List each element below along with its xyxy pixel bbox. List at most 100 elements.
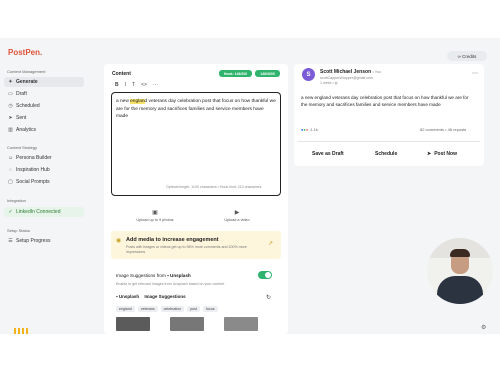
bulb-icon: ◌: [9, 167, 12, 173]
tag-chip[interactable]: veterans: [137, 306, 158, 312]
sidebar-item-draft[interactable]: ▭ Draft: [4, 89, 84, 99]
content-editor-text[interactable]: a new england veterans day celebration p…: [116, 98, 276, 121]
sidebar-item-persona-builder[interactable]: ☺ Persona Builder: [4, 153, 84, 163]
unsplash-icon: ▪: [167, 273, 169, 278]
sidebar-item-label: Sent: [16, 115, 27, 121]
sidebar-item-label: Inspiration Hub: [16, 167, 50, 173]
tip-icon: ◉: [116, 238, 122, 244]
sidebar-item-linkedin-connected[interactable]: ✓ LinkedIn Connected: [4, 207, 84, 217]
sidebar-item-sent[interactable]: ➤ Sent: [4, 113, 84, 123]
sidebar-item-label: Social Prompts: [16, 179, 50, 185]
unsplash-logo-icon: ▪: [116, 294, 118, 299]
media-tip-subtitle: Posts with images or videos get up to 98…: [126, 245, 247, 254]
image-thumbnail[interactable]: [116, 317, 150, 331]
author-you-label: • You: [372, 70, 381, 74]
author-name-text: Scott Michael Jenson: [320, 69, 372, 75]
tag-chip[interactable]: post: [187, 306, 200, 312]
upload-photos-label: Upload up to 9 photos: [136, 217, 174, 222]
image-suggestions-toggle[interactable]: [258, 271, 272, 279]
tag-chip[interactable]: focus: [202, 306, 218, 312]
divider: [298, 141, 480, 142]
text-style-button[interactable]: T: [132, 82, 135, 88]
unsplash-header: ▪ Unsplash Image Suggestions: [116, 294, 186, 299]
upload-photos-button[interactable]: ▣ Upload up to 9 photos: [116, 204, 194, 226]
schedule-button[interactable]: Schedule: [375, 151, 397, 157]
check-circle-icon: ✓: [8, 209, 13, 215]
refresh-icon[interactable]: ↻: [266, 294, 271, 301]
sidebar-item-inspiration-hub[interactable]: ◌ Inspiration Hub: [4, 165, 84, 175]
preview-text: a new england veterans day celebration p…: [301, 95, 469, 107]
unsplash-logo-label: Unsplash: [118, 294, 140, 299]
author-name: Scott Michael Jenson • You: [320, 69, 381, 75]
video-icon: ▶: [234, 209, 240, 216]
char-count-badge: 146/3000: [255, 70, 280, 77]
presenter-hair: [450, 249, 470, 257]
save-draft-button[interactable]: Save as Draft: [312, 151, 344, 157]
post-now-label: Post Now: [434, 151, 457, 157]
image-thumbnail[interactable]: [170, 317, 204, 331]
content-label: Content: [112, 71, 131, 77]
chat-icon: ▢: [8, 179, 13, 185]
unsplash-header-label: Image Suggestions: [144, 294, 186, 299]
engagement-stats: 82 comments • 46 reposts: [420, 127, 467, 132]
app-logo: PostPen.: [8, 48, 43, 57]
sparkle-icon: ✦: [8, 79, 13, 85]
author-meta: scottCappersNopper@gmail.com 1 week • ◍: [320, 76, 373, 85]
list-icon: ☰: [8, 238, 13, 244]
upload-video-button[interactable]: ▶ Upload a video: [198, 204, 276, 226]
more-format-button[interactable]: ···: [153, 82, 158, 88]
editor-text-part: a new: [116, 99, 131, 104]
tag-chip[interactable]: celebration: [160, 306, 185, 312]
sidebar-item-label: Generate: [16, 79, 38, 85]
reaction-count: 1.1k: [310, 127, 318, 132]
sidebar-item-scheduled[interactable]: ◷ Scheduled: [4, 101, 84, 111]
italic-button[interactable]: I: [125, 82, 126, 88]
image-icon: ▣: [152, 209, 158, 216]
presenter-body: [437, 276, 483, 304]
editor-text-selection: englan: [130, 99, 145, 104]
sidebar-item-label: LinkedIn Connected: [16, 209, 61, 215]
credits-button[interactable]: ∞ Credits: [447, 51, 487, 61]
webcam-overlay: [427, 238, 493, 304]
tag-chip[interactable]: england: [116, 306, 135, 312]
image-source-label: Unsplash: [170, 273, 191, 278]
audio-level-icon: [14, 328, 34, 334]
sidebar-item-label: Analytics: [16, 127, 37, 133]
love-icon: ●: [305, 127, 309, 132]
chart-icon: ▥: [8, 127, 13, 133]
section-title-setup-status: Setup Status: [7, 228, 30, 233]
trend-icon: ↗: [268, 241, 274, 247]
code-button[interactable]: <>: [141, 82, 147, 88]
post-now-button[interactable]: ➤ Post Now: [427, 151, 457, 157]
section-title-content-management: Content Management: [7, 69, 46, 74]
file-icon: ▭: [8, 91, 13, 97]
sidebar-item-label: Setup Progress: [16, 238, 51, 244]
sidebar-item-generate[interactable]: ✦ Generate: [4, 77, 84, 87]
section-title-content-strategy: Content Strategy: [7, 145, 38, 150]
sidebar-item-setup-progress[interactable]: ☰ Setup Progress: [4, 236, 84, 246]
settings-icon[interactable]: ⚙: [481, 324, 486, 331]
sidebar-item-social-prompts[interactable]: ▢ Social Prompts: [4, 177, 84, 187]
post-time: 1 week •: [320, 80, 335, 85]
section-title-integration: Integration: [7, 198, 26, 203]
image-suggestions-subtitle: Enable to get relevant images from Unspl…: [116, 282, 225, 286]
globe-icon: ◍: [334, 80, 338, 85]
send-icon: ➤: [427, 151, 432, 157]
format-toolbar: B I T <> ···: [115, 82, 158, 88]
user-icon: ☺: [7, 155, 14, 161]
hook-count-badge: Hook: 146/200: [219, 70, 252, 77]
image-thumbnail[interactable]: [224, 317, 258, 331]
sidebar-item-label: Persona Builder: [16, 155, 52, 161]
reactions: ● ● ● 1.1k: [301, 127, 318, 132]
more-icon[interactable]: ⋯: [472, 70, 478, 77]
bold-button[interactable]: B: [115, 82, 119, 88]
credits-label: ∞ Credits: [457, 53, 477, 59]
sidebar-item-label: Scheduled: [16, 103, 40, 109]
media-tip-title: Add media to increase engagement: [126, 237, 219, 243]
image-suggestions-label: Image Suggestions from: [116, 273, 166, 278]
screen: PostPen. ∞ Credits Content Management ✦ …: [0, 0, 500, 375]
avatar: S: [302, 68, 315, 81]
upload-video-label: Upload a video: [224, 217, 250, 222]
sidebar-item-analytics[interactable]: ▥ Analytics: [4, 125, 84, 135]
image-suggestions-title: Image Suggestions from ▪ Unsplash: [116, 273, 191, 278]
